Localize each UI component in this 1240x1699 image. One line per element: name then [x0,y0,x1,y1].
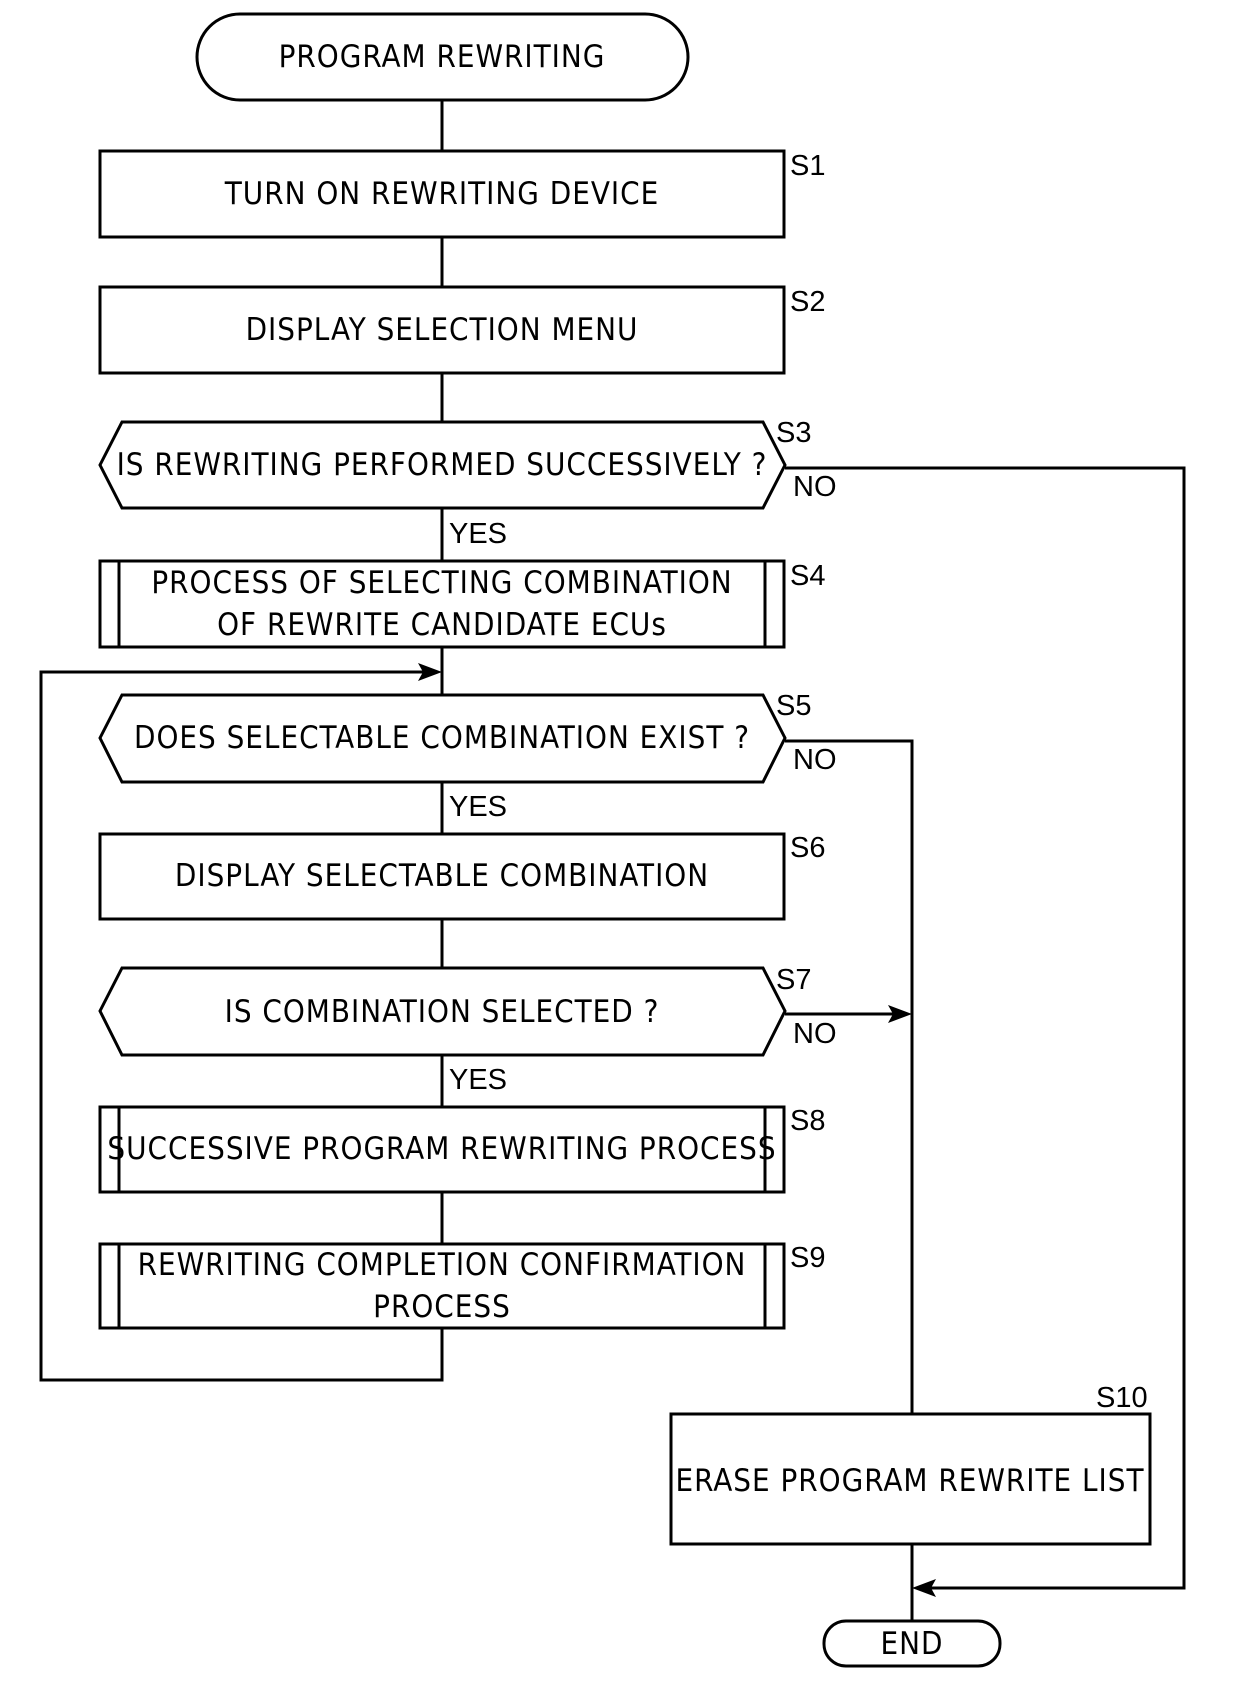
step-s7-id: S7 [776,964,811,996]
start-terminator: PROGRAM REWRITING [195,12,690,102]
step-s7-no-label: NO [793,1018,837,1050]
step-s9-subprocess: REWRITING COMPLETION CONFIRMATION PROCES… [98,1242,825,1330]
step-s9-text-line2: PROCESS [373,1289,511,1325]
step-s2-id: S2 [790,286,825,318]
step-s9-text-line1: REWRITING COMPLETION CONFIRMATION [138,1247,747,1283]
step-s5-id: S5 [776,690,811,722]
step-s7-yes-label: YES [449,1064,507,1096]
step-s8-text: SUCCESSIVE PROGRAM REWRITING PROCESS [107,1131,776,1167]
step-s3-id: S3 [776,417,811,449]
step-s10-id: S10 [1096,1382,1148,1414]
end-terminator: END [822,1619,1002,1668]
step-s5-no-label: NO [793,744,837,776]
step-s3-decision: IS REWRITING PERFORMED SUCCESSIVELY ? S3… [98,417,837,550]
step-s5-text: DOES SELECTABLE COMBINATION EXIST ? [134,720,750,756]
step-s4-subprocess: PROCESS OF SELECTING COMBINATION OF REWR… [98,559,825,649]
step-s6-text: DISPLAY SELECTABLE COMBINATION [175,858,709,894]
step-s6: DISPLAY SELECTABLE COMBINATION S6 [98,832,825,921]
step-s2: DISPLAY SELECTION MENU S2 [98,285,825,375]
step-s3-yes-label: YES [449,518,507,550]
step-s1: TURN ON REWRITING DEVICE S1 [98,149,825,239]
step-s8-id: S8 [790,1105,825,1137]
step-s7-decision: IS COMBINATION SELECTED ? S7 NO YES [98,964,837,1096]
start-label: PROGRAM REWRITING [279,39,606,75]
step-s1-id: S1 [790,150,825,182]
step-s9-id: S9 [790,1242,825,1274]
step-s5-decision: DOES SELECTABLE COMBINATION EXIST ? S5 N… [98,690,837,823]
step-s5-yes-label: YES [449,791,507,823]
step-s4-text-line2: OF REWRITE CANDIDATE ECUs [217,607,667,643]
step-s4-text-line1: PROCESS OF SELECTING COMBINATION [151,565,732,601]
step-s7-text: IS COMBINATION SELECTED ? [225,994,660,1030]
step-s1-text: TURN ON REWRITING DEVICE [224,176,659,212]
step-s4-id: S4 [790,560,825,592]
step-s2-text: DISPLAY SELECTION MENU [246,312,639,348]
step-s10-text: ERASE PROGRAM REWRITE LIST [675,1463,1144,1499]
step-s3-text: IS REWRITING PERFORMED SUCCESSIVELY ? [117,447,768,483]
step-s6-id: S6 [790,832,825,864]
end-label: END [881,1626,944,1662]
step-s3-no-label: NO [793,471,837,503]
flowchart: PROGRAM REWRITING TURN ON REWRITING DEVI… [39,12,1186,1668]
step-s8-subprocess: SUCCESSIVE PROGRAM REWRITING PROCESS S8 [98,1105,825,1194]
